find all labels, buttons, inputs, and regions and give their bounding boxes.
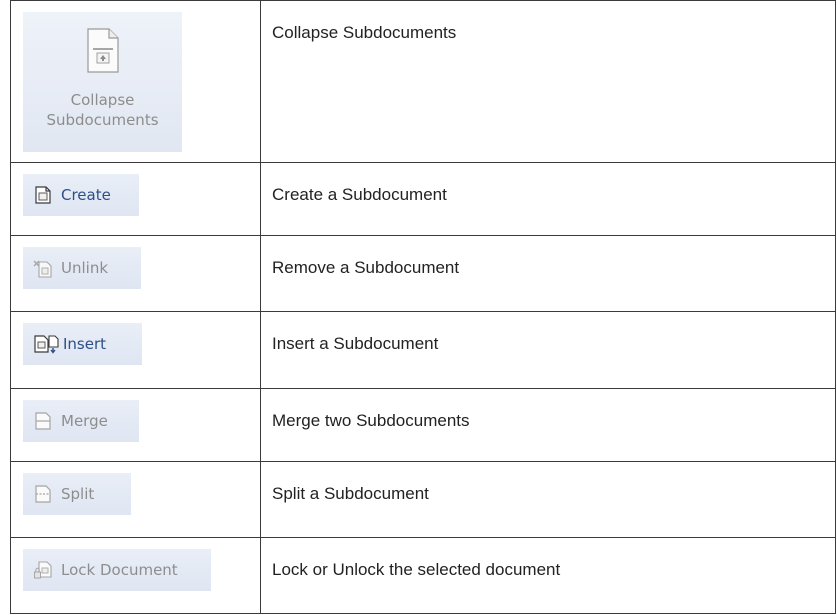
button-label: Create <box>61 186 111 205</box>
description-cell: Lock or Unlock the selected document <box>260 536 836 615</box>
button-cell: Unlink <box>10 235 261 313</box>
insert-subdocument-icon <box>34 335 59 355</box>
button-cell: Merge <box>10 387 261 462</box>
button-label: Merge <box>61 411 108 430</box>
button-label: Lock Document <box>61 560 178 579</box>
button-cell: Collapse Subdocuments <box>10 0 261 164</box>
create-button[interactable]: Create <box>23 174 139 217</box>
button-cell: Insert <box>10 311 261 389</box>
button-label: Split <box>61 484 95 503</box>
subdocument-commands-table: Collapse Subdocuments Collapse Subdocume… <box>10 0 836 615</box>
description-cell: Collapse Subdocuments <box>260 0 836 164</box>
table-row: Merge Merge two Subdocuments <box>10 387 836 462</box>
merge-subdocuments-icon <box>35 411 51 430</box>
collapse-subdocuments-icon <box>86 28 119 73</box>
description-cell: Remove a Subdocument <box>260 235 836 313</box>
button-cell: Create <box>10 162 261 237</box>
description-cell: Create a Subdocument <box>260 162 836 237</box>
description-cell: Insert a Subdocument <box>260 311 836 389</box>
unlink-button[interactable]: Unlink <box>23 247 141 290</box>
create-subdocument-icon <box>35 186 51 204</box>
split-button[interactable]: Split <box>23 472 131 515</box>
table-row: Create Create a Subdocument <box>10 162 836 237</box>
merge-button[interactable]: Merge <box>23 399 139 442</box>
button-label: Subdocuments <box>46 111 159 129</box>
collapse-subdocuments-button[interactable]: Collapse Subdocuments <box>23 12 182 152</box>
button-cell: Split <box>10 460 261 538</box>
table-row: Split Split a Subdocument <box>10 460 836 538</box>
description-cell: Merge two Subdocuments <box>260 387 836 462</box>
button-label: Insert <box>63 335 107 354</box>
lock-document-icon <box>34 561 52 579</box>
insert-button[interactable]: Insert <box>23 323 142 366</box>
button-label: Collapse <box>70 91 135 109</box>
description-cell: Split a Subdocument <box>260 460 836 538</box>
table-row: Unlink Remove a Subdocument <box>10 235 836 313</box>
table-row: Insert Insert a Subdocument <box>10 311 836 389</box>
lock-document-button[interactable]: Lock Document <box>23 548 211 591</box>
split-subdocument-icon <box>35 485 51 503</box>
button-label: Unlink <box>61 259 109 278</box>
table-row: Lock Document Lock or Unlock the selecte… <box>10 536 836 615</box>
button-cell: Lock Document <box>10 536 261 615</box>
table-row: Collapse Subdocuments Collapse Subdocume… <box>10 0 836 164</box>
unlink-subdocument-icon <box>33 260 52 278</box>
